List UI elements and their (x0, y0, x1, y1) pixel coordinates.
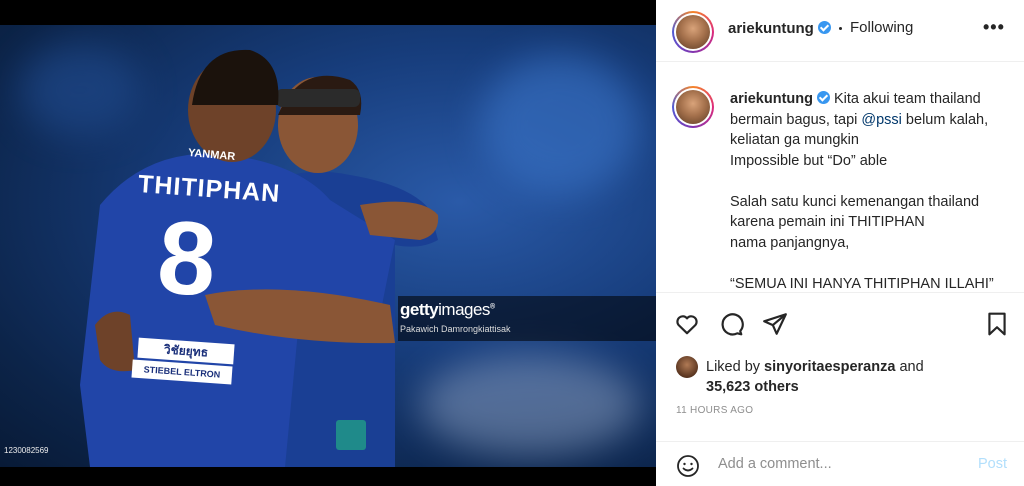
image-id: 1230082569 (4, 446, 49, 455)
jersey-number: 8 (154, 199, 220, 319)
more-options-icon[interactable]: ••• (983, 17, 1005, 38)
getty-watermark: gettyimages® Pakawich Damrongkiattisak (398, 296, 656, 341)
liker-avatar[interactable] (676, 356, 698, 378)
separator-dot (839, 27, 842, 30)
author-avatar[interactable] (672, 11, 714, 53)
players-illustration (80, 49, 439, 467)
likes-summary[interactable]: Liked by sinyoritaesperanza and 35,623 o… (706, 357, 924, 397)
likes-count[interactable]: 35,623 others (706, 379, 799, 395)
author-username[interactable]: ariekuntung (728, 20, 831, 37)
post-photo[interactable]: THITIPHAN YANMAR 8 วิชัยยุทธ STIEBEL ELT… (0, 0, 656, 486)
paper-plane-icon[interactable] (762, 311, 788, 337)
photographer-credit: Pakawich Damrongkiattisak (400, 324, 511, 334)
bookmark-icon[interactable] (984, 311, 1010, 337)
post-actions: Liked by sinyoritaesperanza and 35,623 o… (656, 292, 1024, 486)
comment-bar: Add a comment... Post (656, 441, 1024, 486)
mention-link[interactable]: @pssi (861, 112, 902, 128)
liker-username[interactable]: sinyoritaesperanza (764, 359, 895, 375)
caption-line-2: Impossible but “Do” able (730, 152, 888, 169)
heart-icon[interactable] (674, 311, 700, 337)
player-left-hair (192, 49, 279, 105)
post-timestamp[interactable]: 11 HOURS AGO (676, 405, 753, 416)
verified-badge-icon (816, 91, 830, 104)
smiley-icon[interactable] (676, 454, 700, 478)
player-left-arm (360, 201, 439, 240)
caption-line-3: Salah satu kunci kemenangan thailand kar… (730, 193, 980, 231)
caption-username[interactable]: ariekuntung (730, 91, 813, 107)
following-button[interactable]: Following (850, 19, 913, 36)
caption-avatar[interactable] (672, 86, 714, 128)
post-comment-button[interactable]: Post (978, 456, 1007, 472)
post-header: ariekuntung Following ••• (656, 0, 1024, 62)
getty-logo: gettyimages® (400, 300, 495, 319)
comment-input[interactable]: Add a comment... (718, 456, 832, 472)
caption-line-4: nama panjangnya, (730, 234, 850, 251)
comment-icon[interactable] (718, 311, 744, 337)
caption-line-5: “SEMUA INI HANYA THITIPHAN ILLAHI” (730, 275, 994, 292)
post-side-panel: ariekuntung Following ••• ariekuntung Ki… (656, 0, 1024, 486)
verified-badge-icon (817, 21, 831, 34)
headband (276, 89, 360, 107)
sponsor-patch (336, 420, 366, 450)
caption-text: ariekuntung Kita akui team thailand berm… (730, 89, 1016, 292)
photo-content: THITIPHAN YANMAR 8 วิชัยยุทธ STIEBEL ELT… (0, 25, 656, 467)
caption-scroll-area[interactable]: ariekuntung Kita akui team thailand berm… (656, 62, 1024, 292)
